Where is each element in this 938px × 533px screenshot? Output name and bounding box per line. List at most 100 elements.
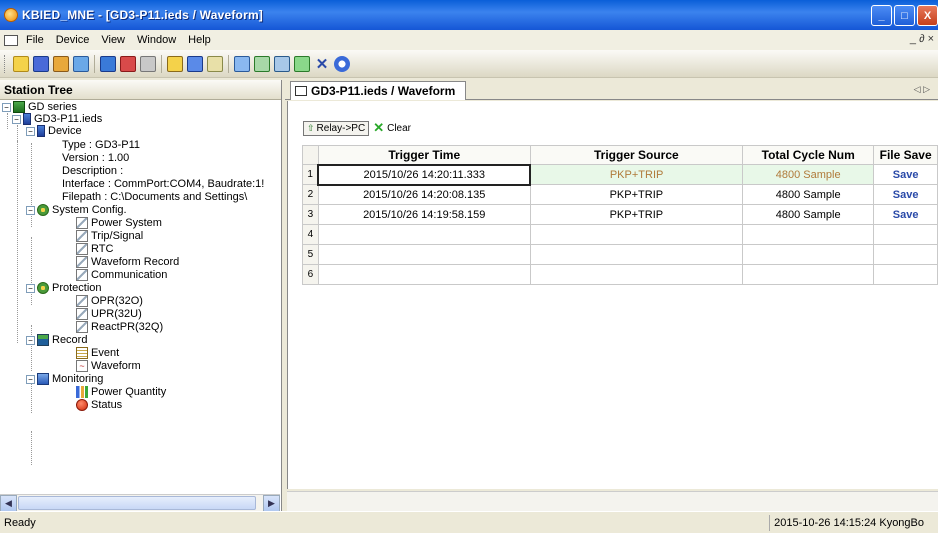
cascade-icon[interactable] [274, 55, 290, 72]
tree-node-device[interactable]: − Device [26, 125, 82, 137]
tree-node-event[interactable]: Event [76, 347, 119, 359]
tree-node-opr[interactable]: OPR(32O) [76, 295, 143, 307]
tree-node-version[interactable]: Version : 1.00 [62, 152, 129, 164]
minimize-button[interactable]: _ [871, 5, 892, 26]
scroll-left-button[interactable]: ◀ [0, 494, 17, 512]
tab-scroll-arrows[interactable]: ◁ ▷ [914, 84, 930, 95]
collapse-toggle[interactable]: − [26, 283, 35, 293]
table-row[interactable]: 3 2015/10/26 14:19:58.159 PKP+TRIP 4800 … [302, 204, 938, 225]
arrange-icon[interactable] [294, 55, 310, 72]
tree-node-interface[interactable]: Interface : CommPort:COM4, Baudrate:1! [62, 178, 264, 190]
col-file-save[interactable]: File Save [873, 145, 938, 165]
col-trigger-time[interactable]: Trigger Time [317, 145, 531, 165]
tree-node-filepath[interactable]: Filepath : C:\Documents and Settings\ [62, 191, 247, 203]
scroll-thumb[interactable] [18, 496, 256, 510]
cell-file-save[interactable] [873, 264, 938, 285]
save-button[interactable]: Save [873, 164, 938, 185]
menu-view[interactable]: View [101, 34, 125, 46]
link-icon[interactable] [167, 55, 183, 72]
save-button[interactable]: Save [873, 204, 938, 225]
collapse-toggle[interactable]: − [26, 374, 35, 384]
tree-node-ieds-file[interactable]: − GD3-P11.ieds [12, 113, 102, 125]
window-icon[interactable] [234, 55, 250, 72]
tree-node-protection[interactable]: − Protection [26, 282, 102, 294]
settings-icon[interactable] [120, 55, 136, 72]
menu-help[interactable]: Help [188, 34, 211, 46]
toolbar-grip[interactable] [4, 54, 7, 73]
tree-node-waveform-record[interactable]: Waveform Record [76, 256, 179, 268]
table-row[interactable]: 6 [302, 264, 938, 285]
open-icon[interactable] [13, 55, 29, 72]
cell-trigger-time[interactable] [317, 244, 531, 265]
col-trigger-source[interactable]: Trigger Source [529, 145, 744, 165]
network-icon[interactable] [73, 55, 89, 72]
tree-node-type[interactable]: Type : GD3-P11 [62, 139, 140, 151]
cell-total-cycles[interactable] [742, 244, 875, 265]
cell-trigger-time[interactable]: 2015/10/26 14:20:08.135 [317, 184, 531, 205]
tree-node-upr[interactable]: UPR(32U) [76, 308, 142, 320]
tab-waveform[interactable]: GD3-P11.ieds / Waveform [290, 81, 467, 100]
table-row[interactable]: 1 2015/10/26 14:20:11.333 PKP+TRIP 4800 … [302, 163, 938, 186]
collapse-toggle[interactable]: − [26, 126, 35, 136]
table-row[interactable]: 2 2015/10/26 14:20:08.135 PKP+TRIP 4800 … [302, 184, 938, 205]
station-tree[interactable]: − GD series − GD3-P11.ieds − Device Type : … [0, 101, 280, 489]
tile-icon[interactable] [254, 55, 270, 72]
cell-trigger-time[interactable] [317, 224, 531, 245]
table-row[interactable]: 5 [302, 244, 938, 265]
menu-device[interactable]: Device [56, 34, 90, 46]
mdi-controls[interactable]: _ ∂ × [910, 33, 934, 45]
collapse-toggle[interactable]: − [26, 205, 35, 215]
tree-node-status[interactable]: Status [76, 399, 122, 411]
help-icon[interactable] [334, 55, 350, 72]
list-icon[interactable] [207, 55, 223, 72]
close-button[interactable]: X [917, 5, 938, 26]
tree-node-communication[interactable]: Communication [76, 269, 167, 281]
scroll-right-button[interactable]: ▶ [263, 494, 280, 512]
document-icon[interactable] [4, 34, 18, 46]
collapse-toggle[interactable]: − [26, 335, 35, 345]
cell-trigger-source[interactable]: PKP+TRIP [529, 204, 744, 225]
cell-trigger-time[interactable] [317, 264, 531, 285]
tree-horizontal-scrollbar[interactable]: ◀ ▶ [0, 494, 280, 512]
connect-icon[interactable] [53, 55, 69, 72]
cell-file-save[interactable] [873, 224, 938, 245]
relay-to-pc-button[interactable]: ⇧ Relay->PC [303, 120, 370, 136]
tree-node-power-quantity[interactable]: Power Quantity [76, 386, 166, 398]
tree-node-description[interactable]: Description : [62, 165, 123, 177]
maximize-button[interactable]: □ [894, 5, 915, 26]
tree-node-gd-series[interactable]: − GD series [2, 101, 77, 113]
document-horizontal-scrollbar[interactable] [287, 491, 938, 511]
menu-file[interactable]: File [26, 34, 44, 46]
close-icon[interactable]: ✕ [314, 56, 330, 73]
tree-node-rtc[interactable]: RTC [76, 243, 113, 255]
tree-node-trip-signal[interactable]: Trip/Signal [76, 230, 143, 242]
table-row[interactable]: 4 [302, 224, 938, 245]
col-total-cycle-num[interactable]: Total Cycle Num [742, 145, 875, 165]
cell-trigger-time[interactable]: 2015/10/26 14:20:11.333 [317, 163, 532, 186]
tree-node-record[interactable]: − Record [26, 334, 87, 346]
monitor-icon[interactable] [187, 55, 203, 72]
cell-total-cycles[interactable]: 4800 Sample [742, 184, 875, 205]
title-bar[interactable]: KBIED_MNE - [GD3-P11.ieds / Waveform] _ … [0, 0, 938, 30]
cell-trigger-time[interactable]: 2015/10/26 14:19:58.159 [317, 204, 531, 225]
collapse-toggle[interactable]: − [2, 102, 11, 112]
clear-button[interactable]: ✕ Clear [373, 120, 411, 136]
menu-window[interactable]: Window [137, 34, 176, 46]
cell-trigger-source[interactable] [529, 244, 744, 265]
save-button[interactable]: Save [873, 184, 938, 205]
cell-trigger-source[interactable]: PKP+TRIP [529, 164, 744, 185]
device-icon[interactable] [100, 55, 116, 72]
tree-node-waveform[interactable]: ~ Waveform [76, 360, 141, 372]
collapse-toggle[interactable]: − [12, 114, 21, 124]
tree-node-system-config[interactable]: − System Config. [26, 204, 127, 216]
cell-total-cycles[interactable] [742, 224, 875, 245]
tree-node-monitoring[interactable]: − Monitoring [26, 373, 103, 385]
cell-trigger-source[interactable]: PKP+TRIP [529, 184, 744, 205]
cell-total-cycles[interactable]: 4800 Sample [742, 164, 875, 185]
cell-trigger-source[interactable] [529, 224, 744, 245]
refresh-icon[interactable] [140, 55, 156, 72]
save-icon[interactable] [33, 55, 49, 72]
cell-file-save[interactable] [873, 244, 938, 265]
cell-total-cycles[interactable]: 4800 Sample [742, 204, 875, 225]
tree-node-power-system[interactable]: Power System [76, 217, 162, 229]
